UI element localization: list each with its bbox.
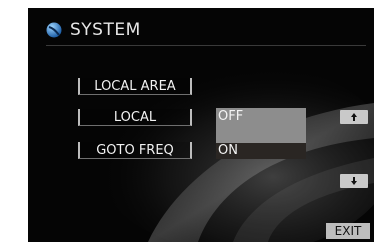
local-option-list: OFF ON [216,108,306,159]
menu-item-local-area[interactable]: LOCAL AREA [78,78,192,95]
exit-button[interactable]: EXIT [326,223,370,239]
system-screen: SYSTEM LOCAL AREA LOCAL GOTO FREQ OFF ON… [28,8,374,242]
header-divider [46,45,366,46]
arrow-up-icon [351,113,357,121]
scroll-down-button[interactable] [340,174,368,188]
globe-icon [46,22,62,38]
scroll-up-button[interactable] [340,110,368,124]
option-on[interactable]: ON [216,143,306,159]
menu-item-goto-freq[interactable]: GOTO FREQ [78,142,192,159]
page-title: SYSTEM [70,20,141,40]
menu-item-local[interactable]: LOCAL [78,109,192,126]
arrow-down-icon [351,177,357,185]
option-off[interactable]: OFF [216,108,306,143]
header: SYSTEM [46,20,141,40]
